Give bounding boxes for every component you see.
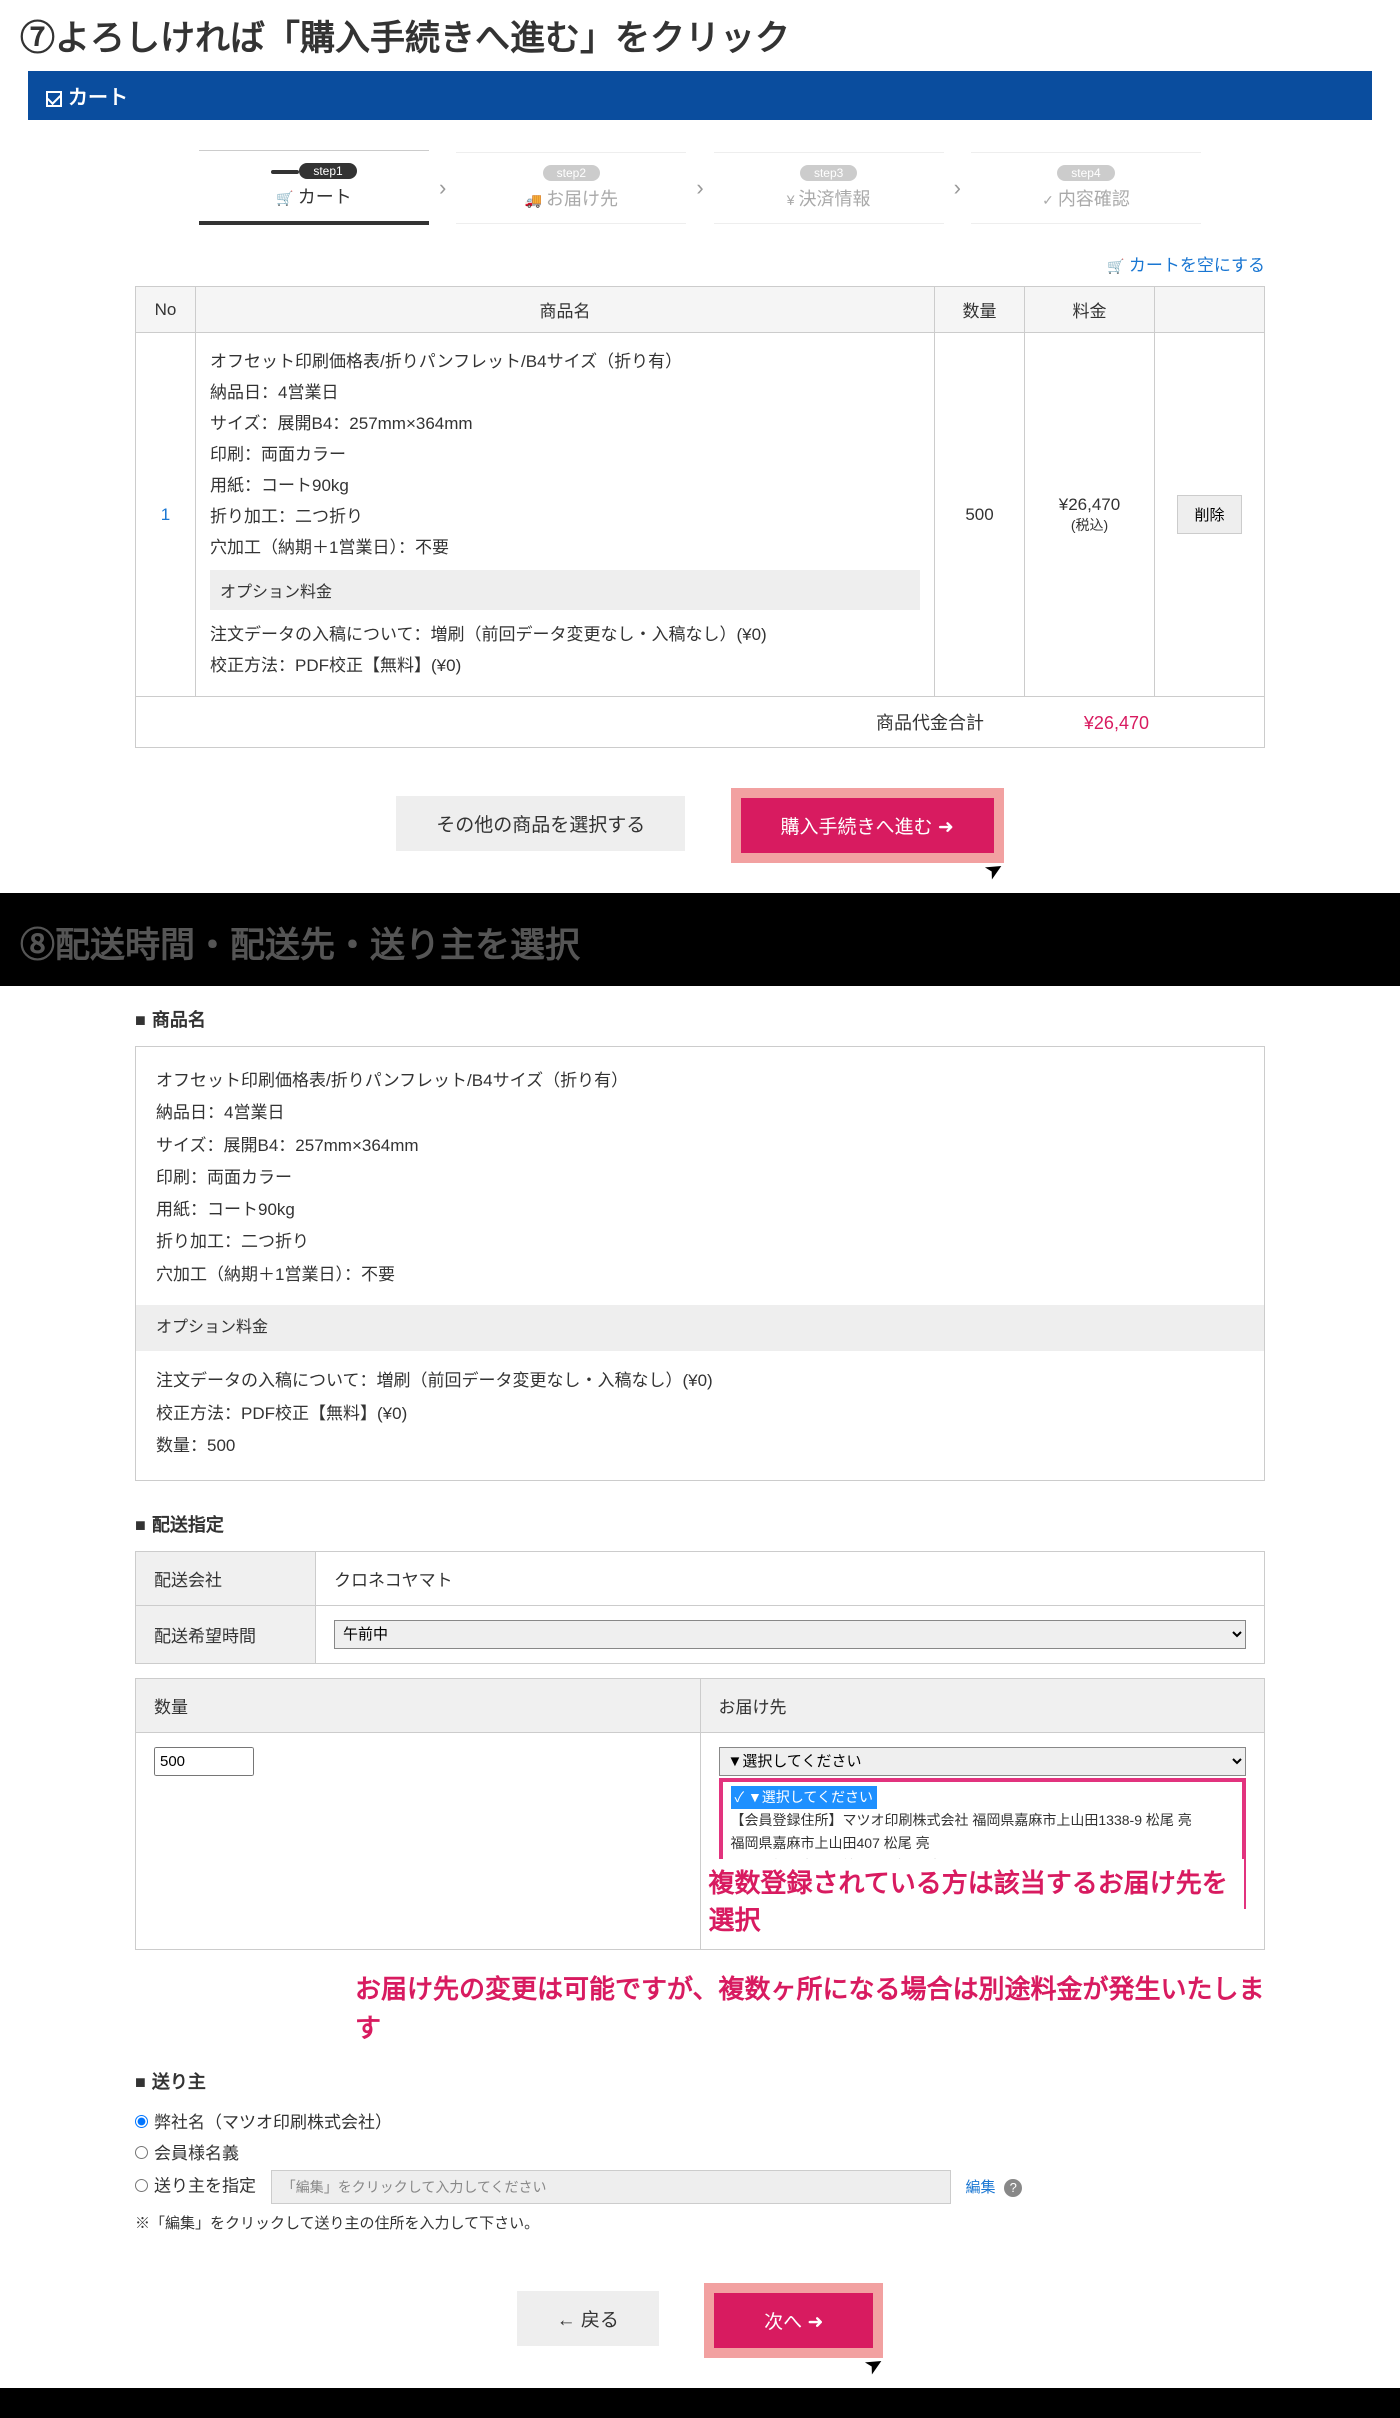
destination-form: 数量 お届け先 ▼選択してください ✓ ▼選択してください 【会員登録住所】マツ… (135, 1678, 1265, 1950)
yen-step-icon: ¥ (787, 192, 795, 208)
delivery-time-label: 配送希望時間 (136, 1606, 316, 1664)
th-no: No (136, 287, 196, 333)
cart-icon (1107, 256, 1128, 275)
delete-button[interactable]: 削除 (1177, 495, 1241, 534)
delivery-form: 配送会社 クロネコヤマト 配送希望時間 午前中 (135, 1551, 1265, 1664)
qty-label: 数量 (136, 1679, 701, 1733)
section8-instruction: ⑧配送時間・配送先・送り主を選択 (0, 893, 1400, 986)
radio-specify-input[interactable] (135, 2179, 148, 2192)
proceed-button[interactable]: 購入手続きへ進む ➜ (741, 798, 994, 853)
annotation-delivery-info: お届け先の変更は可能ですが、複数ヶ所になる場合は別途料金が発生いたします (355, 1970, 1265, 2048)
cart-step-icon: 🛒 (276, 190, 293, 206)
step-confirm: step4 ✓内容確認 (971, 152, 1201, 224)
empty-cart-link[interactable]: カートを空にする (135, 245, 1265, 286)
annotation-multiple-dest: 複数登録されている方は該当するお届け先を選択 (701, 1859, 1245, 1941)
destination-select[interactable]: ▼選択してください (719, 1747, 1247, 1776)
total-label: 商品代金合計 (876, 713, 984, 733)
delivery-company-label: 配送会社 (136, 1552, 316, 1606)
bottom-band (0, 2388, 1400, 2418)
sender-header: 送り主 (135, 2068, 1265, 2094)
delivery-time-select[interactable]: 午前中 (334, 1620, 1246, 1649)
sender-note: ※「編集」をクリックして送り主の住所を入力して下さい。 (135, 2212, 1265, 2233)
truck-step-icon: 🚚 (525, 192, 542, 208)
chevron-icon: › (429, 175, 456, 201)
delivery-header: 配送指定 (135, 1511, 1265, 1537)
row-desc: オフセット印刷価格表/折りパンフレット/B4サイズ（折り有） 納品日：4営業日 … (196, 333, 935, 697)
help-icon[interactable]: ? (1004, 2179, 1022, 2197)
cart-header-bar: カート (28, 71, 1372, 120)
step-delivery: step2 🚚お届け先 (456, 152, 686, 224)
other-products-button[interactable]: その他の商品を選択する (396, 796, 685, 851)
cart-table: No 商品名 数量 料金 1 オフセット印刷価格表/折りパンフレット/B4サイズ… (135, 286, 1265, 697)
product-name-header: 商品名 (135, 1006, 1265, 1032)
edit-link[interactable]: 編集 (965, 2179, 995, 2196)
th-qty: 数量 (935, 287, 1025, 333)
th-price: 料金 (1025, 287, 1155, 333)
dropdown-option[interactable]: 【会員登録住所】マツオ印刷株式会社 福岡県嘉麻市上山田1338-9 松尾 亮 (731, 1809, 1235, 1832)
checkout-steps: step1 🛒カート › step2 🚚お届け先 › step3 ¥決済情報 ›… (135, 150, 1265, 225)
radio-member-input[interactable] (135, 2146, 148, 2159)
dropdown-selected[interactable]: ✓ ▼選択してください (731, 1786, 877, 1809)
row-no: 1 (136, 333, 196, 697)
check-icon (46, 91, 62, 107)
radio-company-input[interactable] (135, 2115, 148, 2128)
check-step-icon: ✓ (1042, 192, 1054, 208)
step-cart: step1 🛒カート (199, 150, 429, 225)
product-box: オフセット印刷価格表/折りパンフレット/B4サイズ（折り有） 納品日：4営業日 … (135, 1046, 1265, 1481)
next-button-highlight: 次へ ➜ (704, 2283, 883, 2358)
sender-radio-specify[interactable]: 送り主を指定 「編集」をクリックして入力してください 編集 ? (135, 2170, 1265, 2204)
option-header: オプション料金 (210, 570, 920, 610)
row-qty: 500 (935, 333, 1025, 697)
qty-input[interactable] (154, 1747, 254, 1776)
chevron-icon: › (944, 175, 971, 201)
proceed-button-highlight: 購入手続きへ進む ➜ (731, 788, 1004, 863)
sender-edit-box[interactable]: 「編集」をクリックして入力してください (271, 2170, 951, 2204)
sender-radio-member[interactable]: 会員様名義 (135, 2139, 1265, 2164)
total-amount: ¥26,470 (1029, 713, 1149, 734)
section7-instruction: ⑦よろしければ「購入手続きへ進む」をクリック (0, 0, 1400, 71)
next-button[interactable]: 次へ ➜ (714, 2293, 873, 2348)
back-button[interactable]: ← 戻る (517, 2291, 659, 2346)
chevron-icon: › (686, 175, 713, 201)
row-price: ¥26,470 (税込) (1025, 333, 1155, 697)
dest-label: お届け先 (700, 1679, 1265, 1733)
cart-header-text: カート (68, 87, 128, 109)
dropdown-option[interactable]: 福岡県嘉麻市上山田407 松尾 亮 (731, 1832, 1235, 1855)
delivery-company-value: クロネコヤマト (316, 1552, 1265, 1606)
sender-radio-company[interactable]: 弊社名（マツオ印刷株式会社） (135, 2108, 1265, 2133)
totals-row: 商品代金合計 ¥26,470 (135, 697, 1265, 748)
th-name: 商品名 (196, 287, 935, 333)
th-action (1155, 287, 1265, 333)
option-header: オプション料金 (136, 1305, 1264, 1351)
cart-row: 1 オフセット印刷価格表/折りパンフレット/B4サイズ（折り有） 納品日：4営業… (136, 333, 1265, 697)
step-payment: step3 ¥決済情報 (714, 152, 944, 224)
